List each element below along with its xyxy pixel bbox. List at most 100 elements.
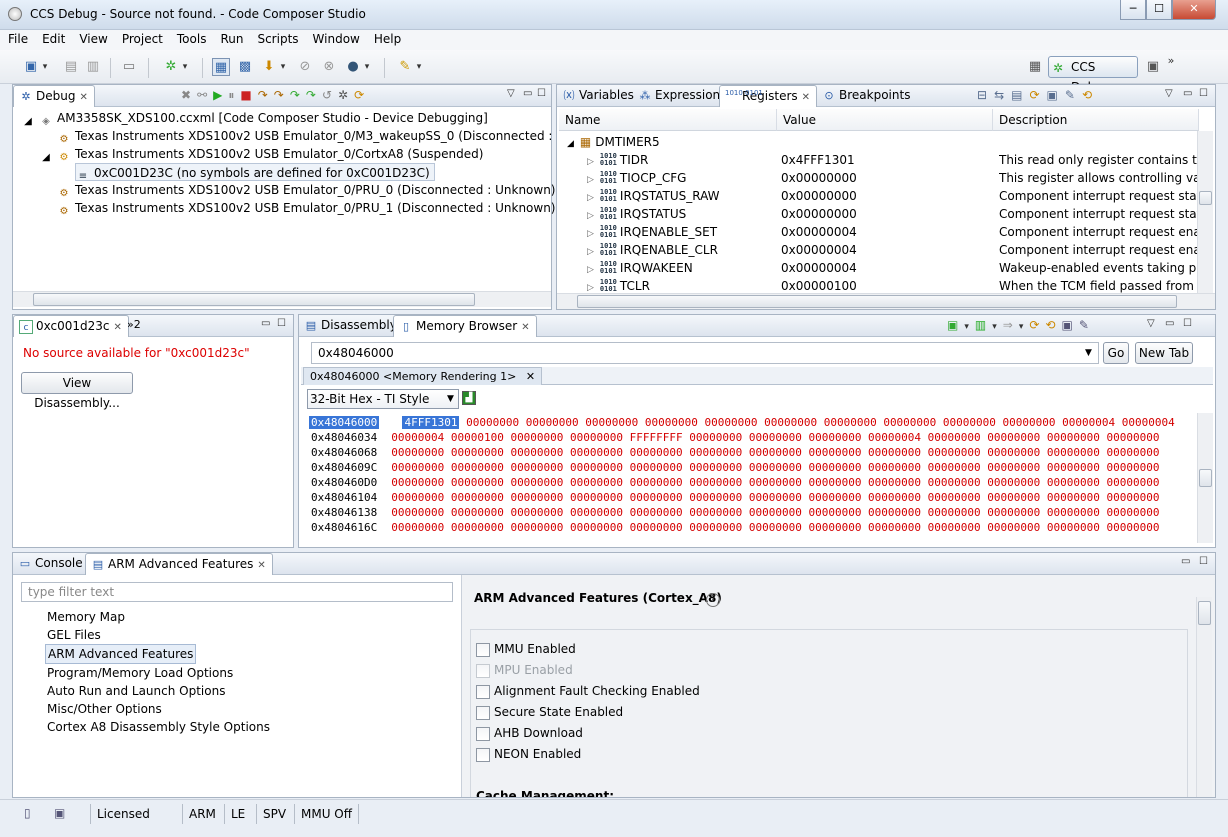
open-console-icon[interactable]: ▭ (120, 58, 138, 76)
register-name[interactable]: ▷1010 0101 TIOCP_CFG (587, 169, 775, 187)
nav-arm-advanced-features[interactable]: ARM Advanced Features (45, 644, 197, 664)
tab-memory-browser[interactable]: ▯ Memory Browser ✕ (393, 315, 537, 337)
perspective-more[interactable]: » (1164, 52, 1178, 70)
reset-icon[interactable]: ✲ (338, 88, 354, 102)
tab-breakpoints[interactable]: ⊙ Breakpoints (817, 85, 916, 107)
maximize-view-icon[interactable]: ☐ (1199, 556, 1208, 567)
load-symbols-icon[interactable]: ⬇ (260, 58, 278, 76)
new-memory-icon[interactable]: ▣ (947, 318, 964, 332)
collapse-icon[interactable]: ⊟ (977, 88, 994, 102)
pin-dropdown-icon[interactable]: ▾ (414, 58, 424, 76)
tab-expressions[interactable]: ⁂ Expressions (633, 85, 732, 107)
register-group-row[interactable]: ◢ ▦ DMTIMER5 (567, 133, 767, 151)
alignment-fault-checkbox[interactable]: Alignment Fault Checking Enabled (476, 682, 700, 700)
step-into-icon[interactable]: ↷ (258, 88, 274, 102)
suspend-icon[interactable]: ⏸ (228, 88, 240, 102)
pin-icon[interactable]: ✎ (396, 58, 414, 76)
nav-gel-files[interactable]: GEL Files (45, 626, 272, 644)
tab-source[interactable]: c 0xc001d23c ✕ (13, 315, 129, 337)
scroll-thumb[interactable] (1199, 469, 1212, 487)
format-select[interactable]: 32-Bit Hex - TI Style (307, 389, 459, 409)
register-name[interactable]: ▷1010 0101 IRQSTATUS_RAW (587, 187, 775, 205)
memory-row[interactable]: 0x48046034 00000004 00000100 00000000 000… (311, 430, 1159, 445)
minimize-view-icon[interactable]: ▭ (1165, 318, 1174, 329)
continuous-refresh-icon[interactable]: ⟲ (1082, 88, 1099, 102)
horizontal-scrollbar[interactable] (557, 293, 1215, 309)
menu-file[interactable]: File (0, 30, 34, 46)
memory-row[interactable]: 0x48046000 4FFF1301 00000000 00000000 00… (309, 415, 1175, 430)
open-perspective-icon[interactable]: ▦ (1026, 58, 1044, 76)
link-icon[interactable]: ✎ (1079, 318, 1095, 332)
save-all-icon[interactable]: ▥ (84, 58, 102, 76)
register-value[interactable]: 0x4FFF1301 (781, 151, 989, 169)
column-header-name[interactable]: Name (559, 109, 777, 131)
register-name[interactable]: ▷1010 0101 IRQENABLE_CLR (587, 241, 775, 259)
debug-tree-item-selected[interactable]: ≡ 0xC001D23C (no symbols are defined for … (75, 163, 435, 182)
horizontal-scrollbar[interactable] (13, 291, 551, 307)
remove-all-terminated-icon[interactable]: ✖ (181, 88, 197, 102)
secure-state-checkbox[interactable]: Secure State Enabled (476, 703, 623, 721)
nav-program-memory-load-options[interactable]: Program/Memory Load Options (45, 664, 272, 682)
memory-row[interactable]: 0x48046068 00000000 00000000 00000000 000… (311, 445, 1159, 460)
nav-auto-run-options[interactable]: Auto Run and Launch Options (45, 682, 272, 700)
register-name[interactable]: ▷1010 0101 IRQWAKEEN (587, 259, 775, 277)
maximize-view-icon[interactable]: ☐ (1183, 318, 1192, 329)
save-memory-icon[interactable]: ▥ (975, 318, 992, 332)
scroll-thumb[interactable] (33, 293, 475, 306)
maximize-view-icon[interactable]: ☐ (1199, 88, 1208, 99)
restart-icon[interactable]: ↺ (322, 88, 338, 102)
step-over-icon[interactable]: ↷ (274, 88, 290, 102)
menu-view[interactable]: View (71, 30, 113, 46)
tab-variables[interactable]: ⒳ Variables (557, 85, 640, 107)
new-tab-button[interactable]: New Tab (1135, 342, 1193, 364)
tab-registers[interactable]: 1010 0101 Registers ✕ (719, 85, 818, 107)
clipboard-icon[interactable]: ▣ (54, 806, 65, 820)
close-icon[interactable]: ✕ (521, 322, 529, 333)
vertical-scrollbar[interactable] (1197, 413, 1213, 543)
load-program-icon[interactable]: ▩ (236, 58, 254, 76)
maximize-view-icon[interactable]: ☐ (277, 318, 286, 329)
pin-icon[interactable]: ▣ (1061, 318, 1078, 332)
scroll-thumb[interactable] (1199, 191, 1212, 205)
register-name[interactable]: ▷1010 0101 IRQSTATUS (587, 205, 775, 223)
minimize-view-icon[interactable]: ▭ (523, 88, 532, 99)
view-menu-icon[interactable]: ▽ (507, 88, 515, 99)
resume-icon[interactable]: ▶ (213, 88, 228, 102)
tab-debug[interactable]: ✲ Debug ✕ (13, 85, 95, 107)
register-value[interactable]: 0x00000000 (781, 205, 989, 223)
continuous-refresh-icon[interactable]: ⟲ (1045, 318, 1061, 332)
register-value[interactable]: 0x00000004 (781, 259, 989, 277)
memory-values[interactable]: 00000000 00000000 00000000 00000000 0000… (466, 416, 1175, 429)
new-icon[interactable]: ▣ (22, 58, 40, 76)
memory-row[interactable]: 0x48046104 00000000 00000000 00000000 000… (311, 490, 1159, 505)
memory-address-selected[interactable]: 0x48046000 (309, 416, 380, 429)
save-icon[interactable]: ▤ (62, 58, 80, 76)
register-name[interactable]: ▷1010 0101 IRQENABLE_SET (587, 223, 775, 241)
minimize-button[interactable]: ─ (1120, 0, 1146, 20)
load-dropdown-icon[interactable]: ▾ (278, 58, 288, 76)
debug-tree-item[interactable]: ◢ ◈ AM3358SK_XDS100.ccxml [Code Composer S… (21, 109, 488, 127)
memory-row[interactable]: 0x4804609C 00000000 00000000 00000000 000… (311, 460, 1159, 475)
connect-target-icon[interactable]: ▦ (212, 58, 230, 76)
dropdown-icon[interactable]: ▾ (964, 322, 975, 332)
memory-row[interactable]: 0x4804616C 00000000 00000000 00000000 000… (311, 520, 1159, 535)
menu-help[interactable]: Help (366, 30, 407, 46)
mpu-enabled-checkbox[interactable]: MPU Enabled (476, 661, 573, 679)
more-tabs[interactable]: »2 (127, 318, 141, 331)
step-return-icon[interactable]: ↷ (290, 88, 306, 102)
edit-group-icon[interactable]: ✎ (1065, 88, 1082, 102)
close-icon[interactable]: ✕ (257, 560, 265, 571)
debug-tree-item[interactable]: ⚙ Texas Instruments XDS100v2 USB Emulator… (57, 181, 556, 199)
vertical-scrollbar[interactable] (1196, 597, 1212, 797)
link-icon[interactable]: ⇆ (994, 88, 1011, 102)
close-icon[interactable]: ✕ (114, 322, 122, 333)
perspective-ccs-debug[interactable]: ✲ CCS Debug (1048, 56, 1138, 94)
debug-dropdown-icon[interactable]: ▾ (180, 58, 190, 76)
minimize-view-icon[interactable]: ▭ (1183, 88, 1192, 99)
maximize-button[interactable]: ☐ (1146, 0, 1172, 20)
refresh-icon[interactable]: ⟳ (354, 88, 370, 102)
memory-row[interactable]: 0x48046138 00000000 00000000 00000000 000… (311, 505, 1159, 520)
layout-icon[interactable]: ▤ (1011, 88, 1029, 102)
ahb-download-checkbox[interactable]: AHB Download (476, 724, 583, 742)
scroll-thumb[interactable] (577, 295, 1177, 308)
